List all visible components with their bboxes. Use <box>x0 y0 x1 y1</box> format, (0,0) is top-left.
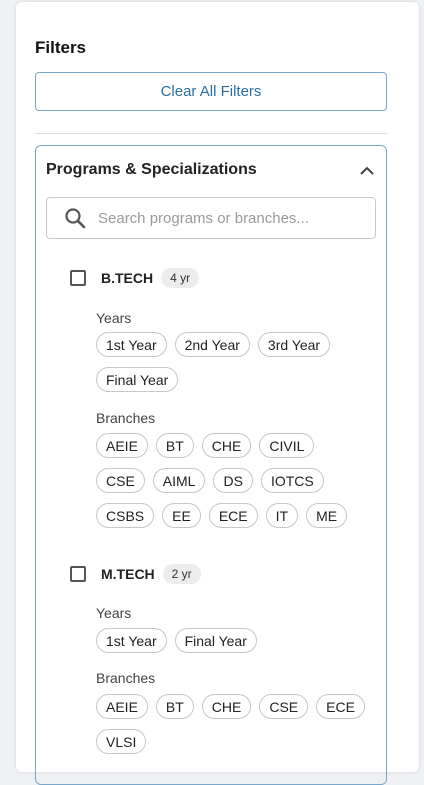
program-btech: B.TECH 4 yr <box>70 268 200 288</box>
mtech-branches-chips: AEIE BT CHE CSE ECE VLSI <box>96 694 366 754</box>
year-chip[interactable]: Final Year <box>96 367 179 392</box>
branches-label: Branches <box>96 410 156 426</box>
year-chip[interactable]: 2nd Year <box>174 332 250 357</box>
branch-chip[interactable]: DS <box>213 468 253 493</box>
group-title: Programs & Specializations <box>46 161 257 178</box>
branch-chip[interactable]: CHE <box>201 433 252 458</box>
branch-chip[interactable]: CSE <box>96 468 145 493</box>
divider <box>35 133 387 134</box>
duration-badge: 4 yr <box>161 268 200 288</box>
group-header[interactable]: Programs & Specializations <box>46 160 376 180</box>
branch-chip[interactable]: AEIE <box>96 694 148 719</box>
search-icon <box>64 207 86 229</box>
branch-chip[interactable]: ME <box>306 503 348 528</box>
search-input[interactable] <box>98 209 348 227</box>
branch-chip[interactable]: CHE <box>201 694 252 719</box>
branch-chip[interactable]: IOTCS <box>260 468 324 493</box>
program-name: B.TECH <box>101 270 154 286</box>
program-search <box>46 197 376 239</box>
branch-chip[interactable]: CSBS <box>96 503 155 528</box>
branch-chip[interactable]: IT <box>265 503 299 528</box>
chevron-up-icon[interactable] <box>358 161 376 179</box>
branch-chip[interactable]: ECE <box>316 694 365 719</box>
branch-chip[interactable]: BT <box>155 433 194 458</box>
filters-panel: Filters Clear All Filters Programs & Spe… <box>16 2 419 785</box>
branch-chip[interactable]: CIVIL <box>259 433 315 458</box>
btech-years-chips: 1st Year 2nd Year 3rd Year Final Year <box>96 332 366 392</box>
year-chip[interactable]: Final Year <box>174 628 257 653</box>
clear-all-filters-button[interactable]: Clear All Filters <box>35 72 387 111</box>
branch-chip[interactable]: BT <box>155 694 194 719</box>
btech-branches-chips: AEIE BT CHE CIVIL CSE AIML DS IOTCS CSBS… <box>96 433 366 528</box>
program-mtech: M.TECH 2 yr <box>70 564 201 584</box>
mtech-checkbox[interactable] <box>70 566 86 582</box>
years-label: Years <box>96 605 132 621</box>
filters-title: Filters <box>35 38 87 57</box>
programs-specializations-group: Programs & Specializations B.TECH 4 yr Y… <box>35 145 387 785</box>
btech-checkbox[interactable] <box>70 270 86 286</box>
year-chip[interactable]: 1st Year <box>96 628 167 653</box>
branch-chip[interactable]: VLSI <box>96 729 147 754</box>
duration-badge: 2 yr <box>162 564 201 584</box>
year-chip[interactable]: 3rd Year <box>257 332 331 357</box>
branch-chip[interactable]: CSE <box>259 694 309 719</box>
branch-chip[interactable]: EE <box>162 503 201 528</box>
branch-chip[interactable]: AIML <box>152 468 206 493</box>
year-chip[interactable]: 1st Year <box>96 332 167 357</box>
branch-chip[interactable]: AEIE <box>96 433 148 458</box>
program-name: M.TECH <box>101 566 155 582</box>
mtech-years-chips: 1st Year Final Year <box>96 628 366 653</box>
branches-label: Branches <box>96 670 156 686</box>
branch-chip[interactable]: ECE <box>208 503 258 528</box>
years-label: Years <box>96 310 132 326</box>
